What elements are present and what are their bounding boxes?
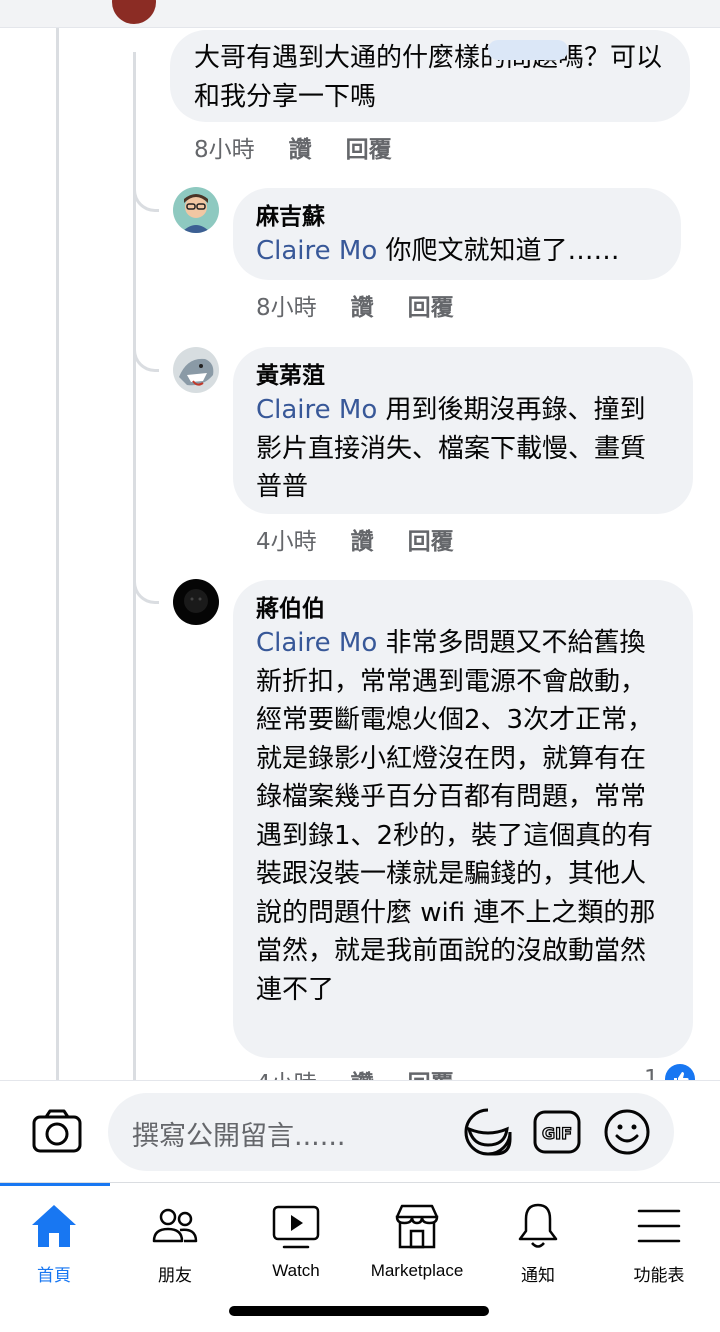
reply-button[interactable]: 回覆 <box>408 288 454 322</box>
sticker-icon[interactable] <box>463 1107 513 1157</box>
reaction-summary[interactable]: 1 <box>644 1064 695 1080</box>
avatar[interactable] <box>173 347 219 393</box>
comment-input[interactable]: 撰寫公開留言...... GIF <box>108 1093 674 1171</box>
avatar[interactable] <box>173 579 219 625</box>
tab-friends[interactable]: 朋友 <box>115 1183 235 1293</box>
like-button[interactable]: 讚 <box>351 1064 374 1080</box>
home-indicator <box>229 1306 489 1316</box>
like-reaction-icon <box>664 1064 695 1080</box>
reaction-count: 1 <box>644 1066 659 1080</box>
reply-button[interactable]: 回覆 <box>408 1064 454 1080</box>
comment-actions: 4小時 讚 回覆 <box>256 522 488 556</box>
mention-link[interactable]: Claire Mo <box>256 236 377 266</box>
mention-link[interactable]: Claire Mo <box>256 628 377 658</box>
tab-label: Marketplace <box>370 1261 464 1280</box>
tab-home[interactable]: 首頁 <box>0 1183 114 1293</box>
comment-author[interactable]: 黃苐菹 <box>256 361 671 391</box>
mention-link[interactable]: Claire Mo <box>256 395 377 425</box>
gif-icon[interactable]: GIF <box>532 1107 582 1157</box>
comment-time: 4小時 <box>256 529 317 555</box>
comment-author[interactable]: 蔣伯伯 <box>256 594 671 624</box>
comment-text: 非常多問題又不給舊換新折扣，常常遇到電源不會啟動，經常要斷電熄火個2、3次才正常… <box>256 628 656 1005</box>
tab-label: 朋友 <box>158 1266 192 1285</box>
tab-notifications[interactable]: 通知 <box>478 1183 598 1293</box>
comment-thread: 大哥有遇到大通的什麼樣的問題嗎？可以和我分享一下嗎 8小時 讚 回覆 麻吉蘇 C… <box>0 0 720 1080</box>
camera-icon[interactable] <box>28 1103 86 1161</box>
tab-marketplace[interactable]: Marketplace <box>357 1183 477 1293</box>
comment-composer: 撰寫公開留言...... GIF <box>0 1080 720 1182</box>
tab-label: 功能表 <box>633 1266 685 1285</box>
tab-label: 通知 <box>521 1266 555 1285</box>
comment-bubble[interactable]: 蔣伯伯 Claire Mo 非常多問題又不給舊換新折扣，常常遇到電源不會啟動，經… <box>233 580 693 1058</box>
home-icon <box>32 1205 76 1247</box>
reply-button[interactable]: 回覆 <box>408 522 454 556</box>
svg-text:GIF: GIF <box>542 1124 572 1143</box>
comment-actions: 8小時 讚 回覆 <box>256 288 488 322</box>
marketplace-icon <box>395 1204 439 1249</box>
comment-bubble[interactable]: 麻吉蘇 Claire Mo 你爬文就知道了…… <box>233 188 681 280</box>
comment-text: 大哥有遇到大通的什麼樣的問題嗎？可以和我分享一下嗎 <box>194 43 663 112</box>
author-tag-badge <box>488 40 568 60</box>
like-button[interactable]: 讚 <box>289 130 312 164</box>
comment-bubble[interactable]: 大哥有遇到大通的什麼樣的問題嗎？可以和我分享一下嗎 <box>170 30 690 122</box>
thread-line <box>56 28 59 1080</box>
comment-author[interactable]: 麻吉蘇 <box>256 202 661 232</box>
comment-text: 你爬文就知道了…… <box>377 236 620 266</box>
comment-time: 8小時 <box>194 137 255 163</box>
friends-icon <box>152 1208 198 1243</box>
menu-icon <box>637 1209 681 1243</box>
comment-actions: 4小時 讚 回覆 <box>256 1064 488 1080</box>
reply-thread-line <box>133 52 136 1080</box>
tab-menu[interactable]: 功能表 <box>599 1183 719 1293</box>
avatar[interactable] <box>173 187 219 233</box>
tab-watch[interactable]: Watch <box>236 1183 356 1293</box>
comment-bubble[interactable]: 黃苐菹 Claire Mo 用到後期沒再錄、撞到影片直接消失、檔案下載慢、畫質普… <box>233 347 693 514</box>
reply-connector <box>133 186 159 212</box>
emoji-icon[interactable] <box>602 1107 652 1157</box>
tab-label: Watch <box>272 1261 320 1280</box>
comment-actions: 8小時 讚 回覆 <box>194 130 426 164</box>
comment-input-placeholder: 撰寫公開留言...... <box>132 1121 346 1152</box>
watch-icon <box>272 1205 320 1249</box>
bell-icon <box>518 1203 558 1248</box>
reply-button[interactable]: 回覆 <box>346 130 392 164</box>
reply-connector <box>133 578 159 604</box>
comment-time: 4小時 <box>256 1064 317 1080</box>
tab-label: 首頁 <box>37 1266 71 1285</box>
like-button[interactable]: 讚 <box>351 288 374 322</box>
avatar[interactable] <box>112 0 156 24</box>
comment-time: 8小時 <box>256 295 317 321</box>
reply-connector <box>133 346 159 372</box>
like-button[interactable]: 讚 <box>351 522 374 556</box>
